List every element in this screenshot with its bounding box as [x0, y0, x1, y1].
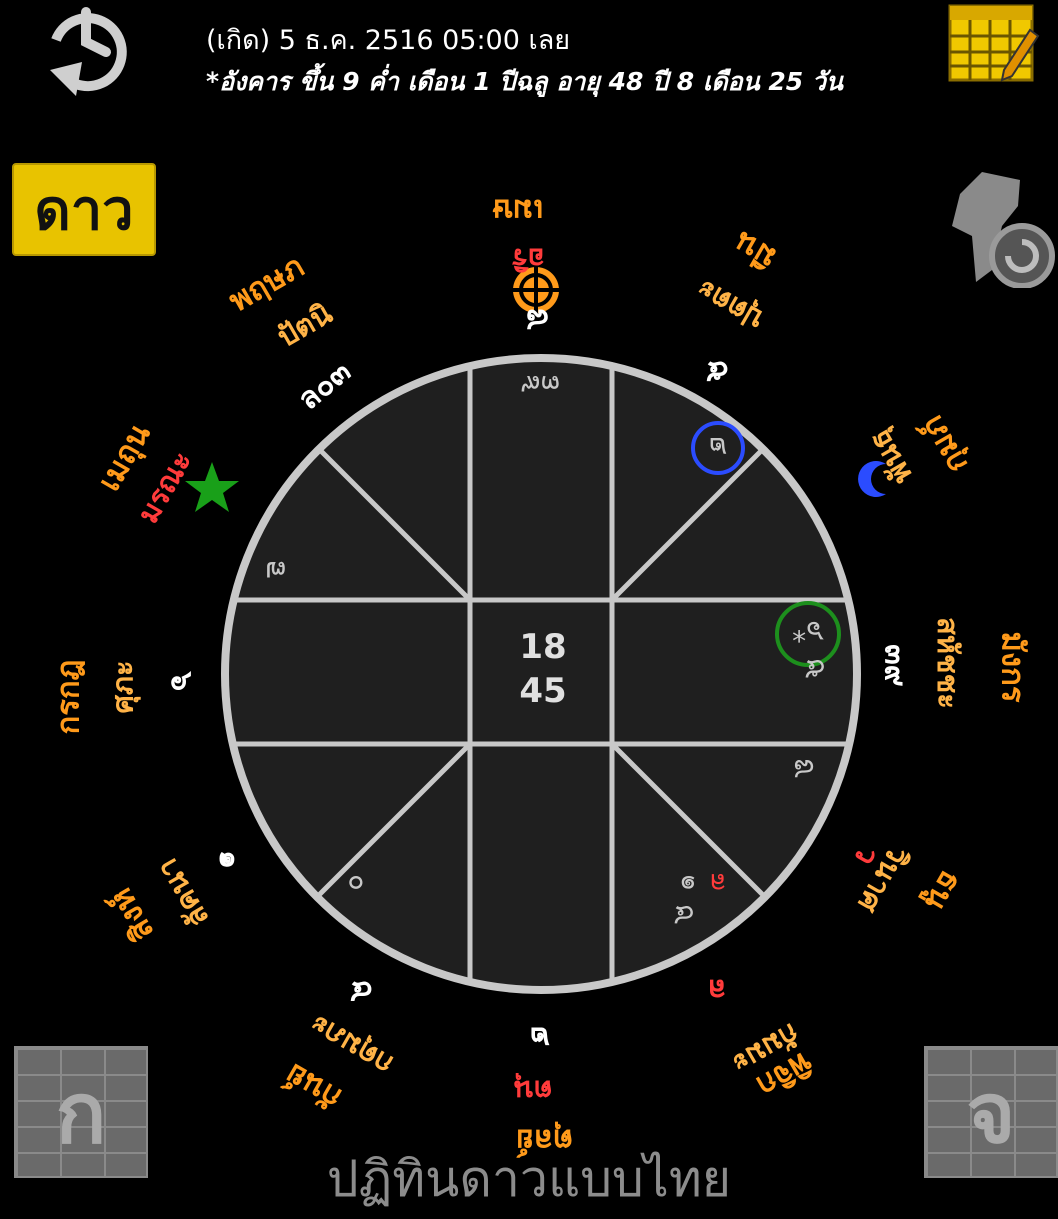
role-sahatcha: สหัชชะ [930, 617, 965, 709]
cell-top-mid: ๓๙ [520, 369, 560, 402]
pos-top: ๘ [526, 302, 550, 337]
sign-aries[interactable]: เมษ [492, 186, 543, 236]
pos-right: ๓๙ [877, 644, 913, 687]
role-subha: ศุภะ [105, 660, 140, 714]
app-title: ปฏิทินดาวแบบไทย [326, 1150, 732, 1208]
pos-bottom-left: ๑ [212, 849, 248, 870]
center-number-bottom: 45 [519, 671, 566, 711]
pos-bottom-right: ล [708, 972, 727, 1007]
role-ari: อริ [512, 242, 545, 276]
cell-right-mid-a: ๖* [792, 615, 824, 648]
role-tanu: ตนุ [514, 1074, 553, 1108]
cell-bottom-left-tri: ๐ [347, 869, 364, 902]
sign-cancer[interactable]: กรกฎ [43, 659, 93, 734]
horoscope-chart: 18 45 ๓๙ ๒ ๗ ๖* ๕ ๘ ๐ ๑ ล ๔ [185, 267, 886, 994]
cell-bottom-right-l: ล [709, 867, 726, 900]
cell-bottom-right-a: ๑ [679, 869, 697, 902]
cell-left-upper: ๗ [265, 555, 286, 588]
pos-left: ๖ [164, 671, 200, 692]
pos-top-right: ๕ [706, 354, 729, 389]
sign-capricorn[interactable]: มังกร [989, 632, 1039, 703]
center-number-top: 18 [519, 627, 566, 667]
cell-top-right-tri: ๒ [709, 431, 727, 464]
pos-bottom-left2: ๔ [350, 974, 373, 1009]
cell-bottom-right-b: ๔ [673, 899, 694, 932]
cell-right-lower: ๘ [793, 753, 815, 786]
cell-right-mid-b: ๕ [804, 653, 825, 686]
pos-bottom: ๒ [530, 1020, 550, 1055]
